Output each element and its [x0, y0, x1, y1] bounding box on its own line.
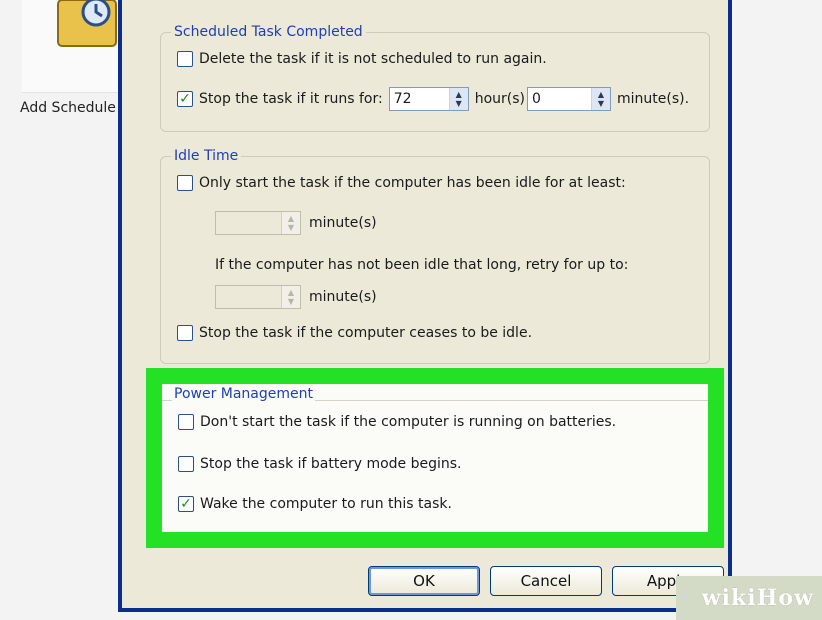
down-arrow-icon[interactable]: ▼ — [456, 99, 462, 108]
minutes-unit: minute(s). — [617, 91, 690, 107]
idle-time-group: Idle Time Only start the task if the com… — [160, 147, 710, 364]
idle-minutes-row: ▲ ▼ minute(s) — [215, 211, 377, 235]
delete-task-row: Delete the task if it is not scheduled t… — [177, 51, 547, 67]
scheduled-task-completed-group: Scheduled Task Completed Delete the task… — [160, 23, 710, 132]
check-mark-icon: ✓ — [179, 91, 191, 107]
cancel-button[interactable]: Cancel — [490, 566, 602, 596]
hours-unit: hour(s) — [474, 91, 525, 107]
up-arrow-icon[interactable]: ▲ — [288, 288, 294, 297]
stop-task-label: Stop the task if it runs for: — [199, 91, 383, 107]
battery-mode-checkbox[interactable] — [178, 456, 194, 472]
wake-row: ✓ Wake the computer to run this task. — [178, 496, 452, 512]
wikihow-watermark: wiki How — [676, 576, 822, 620]
retry-spin-buttons[interactable]: ▲ ▼ — [281, 286, 300, 308]
wake-label: Wake the computer to run this task. — [200, 496, 452, 512]
minutes-value[interactable]: 0 — [528, 88, 591, 110]
retry-minutes-unit: minute(s) — [309, 289, 377, 305]
only-start-checkbox[interactable] — [177, 175, 193, 191]
battery-mode-row: Stop the task if battery mode begins. — [178, 456, 462, 472]
scheduled-task-completed-title: Scheduled Task Completed — [171, 23, 366, 41]
power-management-title: Power Management — [172, 386, 316, 402]
delete-task-checkbox[interactable] — [177, 51, 193, 67]
only-start-label: Only start the task if the computer has … — [199, 175, 626, 191]
down-arrow-icon[interactable]: ▼ — [598, 99, 604, 108]
power-management-highlight: Power Management Don't start the task if… — [146, 368, 724, 548]
retry-minutes-row: ▲ ▼ minute(s) — [215, 285, 377, 309]
add-scheduled-task-label[interactable]: Add Schedule — [20, 100, 116, 116]
retry-minutes-stepper[interactable]: ▲ ▼ — [215, 285, 301, 309]
check-mark-icon: ✓ — [180, 496, 192, 512]
idle-minutes-unit: minute(s) — [309, 215, 377, 231]
hours-spin-buttons[interactable]: ▲ ▼ — [448, 88, 468, 110]
ok-button[interactable]: OK — [368, 566, 480, 596]
wake-checkbox[interactable]: ✓ — [178, 496, 194, 512]
up-arrow-icon[interactable]: ▲ — [456, 90, 462, 99]
down-arrow-icon[interactable]: ▼ — [288, 297, 294, 306]
down-arrow-icon[interactable]: ▼ — [288, 223, 294, 232]
minutes-spin-buttons[interactable]: ▲ ▼ — [591, 88, 610, 110]
scheduled-task-icon[interactable] — [56, 0, 118, 50]
retry-text: If the computer has not been idle that l… — [215, 257, 629, 273]
idle-minutes-value[interactable] — [216, 212, 281, 234]
batteries-row: Don't start the task if the computer is … — [178, 414, 616, 430]
retry-minutes-value[interactable] — [216, 286, 281, 308]
stop-task-row: ✓ Stop the task if it runs for: 72 ▲ ▼ ho… — [177, 87, 689, 111]
stop-task-checkbox[interactable]: ✓ — [177, 91, 193, 107]
stop-idle-row: Stop the task if the computer ceases to … — [177, 325, 532, 341]
delete-task-label: Delete the task if it is not scheduled t… — [199, 51, 547, 67]
hours-value[interactable]: 72 — [390, 88, 449, 110]
up-arrow-icon[interactable]: ▲ — [288, 214, 294, 223]
idle-time-title: Idle Time — [171, 147, 242, 165]
batteries-checkbox[interactable] — [178, 414, 194, 430]
battery-mode-label: Stop the task if battery mode begins. — [200, 456, 462, 472]
retry-text-row: If the computer has not been idle that l… — [215, 257, 628, 273]
stop-idle-checkbox[interactable] — [177, 325, 193, 341]
up-arrow-icon[interactable]: ▲ — [598, 90, 604, 99]
idle-minutes-stepper[interactable]: ▲ ▼ — [215, 211, 301, 235]
idle-spin-buttons[interactable]: ▲ ▼ — [281, 212, 300, 234]
hours-stepper[interactable]: 72 ▲ ▼ — [388, 87, 469, 111]
only-start-row: Only start the task if the computer has … — [177, 175, 626, 191]
minutes-stepper[interactable]: 0 ▲ ▼ — [527, 87, 611, 111]
watermark-wiki: wiki — [701, 585, 757, 611]
power-management-group: Power Management Don't start the task if… — [162, 384, 708, 532]
batteries-label: Don't start the task if the computer is … — [200, 414, 617, 430]
stop-idle-label: Stop the task if the computer ceases to … — [199, 325, 533, 341]
watermark-how: How — [756, 585, 814, 611]
